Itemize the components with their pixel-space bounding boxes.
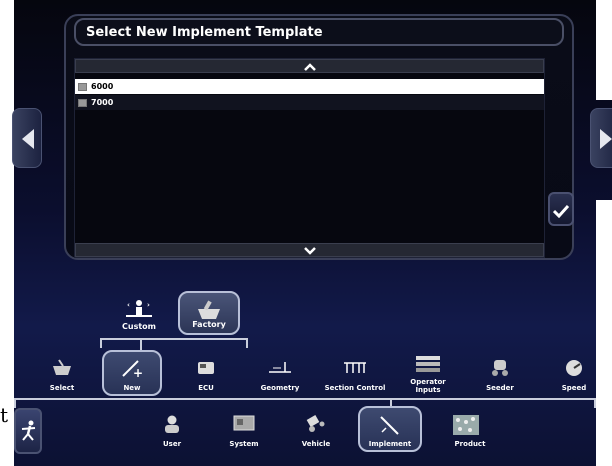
vehicle-icon: [306, 415, 325, 432]
confirm-button[interactable]: [548, 192, 574, 226]
page-edge-top-right: [596, 0, 612, 100]
chevron-up-icon: [303, 63, 316, 71]
scroll-down-button[interactable]: [75, 243, 544, 257]
svg-text:›: ›: [147, 301, 150, 309]
system-icon: [233, 415, 255, 431]
page-edge-bottom-right: [596, 200, 612, 466]
nav-system[interactable]: System: [214, 408, 274, 454]
custom-option[interactable]: ‹ › Custom: [108, 291, 170, 335]
tool-select[interactable]: Select: [32, 352, 92, 398]
new-implement-icon: +: [122, 360, 143, 378]
tool-bar-line: [14, 398, 596, 400]
tool-bar-line: [14, 398, 16, 408]
bracket-line: [100, 338, 248, 340]
scroll-up-button[interactable]: [75, 59, 544, 73]
section-control-icon: [344, 362, 366, 373]
nav-vehicle[interactable]: Vehicle: [286, 408, 346, 454]
dialog-title: Select New Implement Template: [86, 25, 323, 40]
arrow-left-icon: [22, 129, 34, 149]
ecu-icon: [198, 362, 214, 374]
arrow-right-icon: [600, 129, 612, 149]
tool-new[interactable]: + New: [102, 350, 162, 396]
bracket-line: [140, 338, 142, 350]
factory-label: Factory: [192, 320, 226, 329]
speedometer-icon: [566, 360, 582, 376]
list-item[interactable]: 6000: [75, 79, 544, 94]
svg-text:+: +: [133, 366, 143, 378]
checkmark-icon: [552, 204, 570, 219]
custom-label: Custom: [122, 322, 156, 331]
svg-text:‹: ‹: [127, 301, 130, 309]
nav-user[interactable]: User: [142, 408, 202, 454]
bracket-line: [246, 338, 248, 348]
running-person-icon: [21, 420, 36, 441]
next-page-button[interactable]: [590, 108, 612, 168]
tool-ecu[interactable]: ECU: [176, 352, 236, 398]
template-icon: [78, 98, 87, 107]
tool-section-control[interactable]: Section Control: [322, 352, 388, 398]
tool-seeder[interactable]: Seeder: [470, 352, 530, 398]
tool-speed[interactable]: Speed: [544, 352, 604, 398]
select-icon: [53, 359, 71, 375]
template-icon: [78, 82, 87, 91]
implement-icon: [380, 416, 399, 435]
chevron-down-icon: [303, 247, 316, 255]
list-item[interactable]: 7000: [75, 95, 544, 110]
user-icon: [165, 415, 179, 433]
page-edge-top-left: [0, 0, 14, 466]
geometry-icon: [269, 362, 291, 373]
bracket-line: [100, 338, 102, 348]
home-run-button[interactable]: [14, 408, 42, 454]
custom-icon: ‹ ›: [126, 300, 152, 317]
tool-bar-line: [594, 398, 596, 408]
dialog-title-bar: Select New Implement Template: [74, 18, 564, 46]
seeder-icon: [492, 360, 508, 376]
product-icon: [453, 415, 479, 435]
template-list: 6000 7000: [74, 58, 545, 258]
side-glyph: t: [0, 403, 9, 427]
nav-implement[interactable]: Implement: [358, 406, 422, 452]
tool-geometry[interactable]: Geometry: [250, 352, 310, 398]
tool-operator-inputs[interactable]: Operator Inputs: [398, 350, 458, 396]
operator-inputs-icon: [416, 356, 440, 372]
previous-page-button[interactable]: [12, 108, 42, 168]
factory-option[interactable]: Factory: [178, 291, 240, 335]
nav-product[interactable]: Product: [436, 408, 496, 454]
factory-icon: [198, 300, 220, 319]
